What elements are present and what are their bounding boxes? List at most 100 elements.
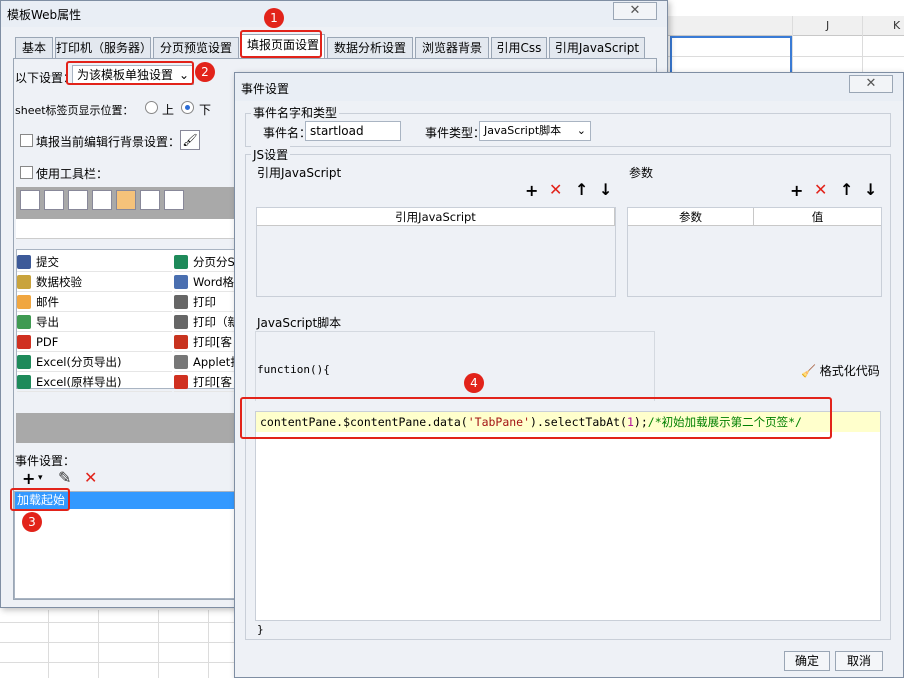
callout-box-3 [10, 488, 70, 511]
code-editor[interactable]: contentPane.$contentPane.data('TabPane')… [255, 411, 881, 621]
delete-icon[interactable]: ✕ [549, 180, 562, 199]
use-toolbar-label: 使用工具栏： [36, 167, 109, 181]
arrow-down-icon[interactable]: ↓ [599, 180, 612, 199]
chevron-down-icon[interactable]: ▾ [38, 473, 43, 483]
arrow-down-icon[interactable]: ↓ [864, 180, 877, 199]
excel-icon [17, 355, 31, 369]
print-icon [174, 375, 188, 389]
page-icon [174, 255, 188, 269]
window-icon[interactable] [164, 190, 184, 210]
mail-icon[interactable] [116, 190, 136, 210]
mail-icon [17, 295, 31, 309]
dialog-titlebar: 模板Web属性 ✕ [1, 1, 667, 27]
callout-box-1 [240, 30, 322, 58]
tab-basic[interactable]: 基本 [15, 37, 53, 59]
ref-js-label: 引用JavaScript [257, 166, 342, 180]
params-table: 参数 值 [627, 207, 882, 297]
format-code-button[interactable]: 🧹 格式化代码 [801, 362, 880, 379]
format-code-label: 格式化代码 [819, 364, 880, 378]
script-label: JavaScript脚本 [257, 316, 342, 330]
close-button[interactable]: ✕ [849, 75, 893, 93]
list-item[interactable]: 邮件 [17, 292, 172, 312]
radio-bottom-label: 下 [199, 103, 212, 117]
tab-ref-css[interactable]: 引用Css [491, 37, 547, 59]
chevron-down-icon: ⌄ [576, 124, 586, 137]
list-item[interactable]: Excel(原样导出) [17, 372, 172, 392]
function-open: function(){ [257, 363, 330, 376]
save-icon[interactable] [20, 190, 40, 210]
arrow-up-icon[interactable]: ↑ [840, 180, 853, 199]
use-toolbar-checkbox[interactable] [20, 166, 33, 179]
column-header-k[interactable]: K [893, 19, 900, 32]
callout-badge-3: 3 [22, 512, 42, 532]
ref-js-column-header: 引用JavaScript [257, 208, 615, 226]
verify-icon [17, 275, 31, 289]
tab-ref-javascript[interactable]: 引用JavaScript [549, 37, 645, 59]
ref-js-table: 引用JavaScript [256, 207, 616, 297]
event-name-label: 事件名： [263, 126, 312, 140]
arrow-up-icon[interactable]: ↑ [575, 180, 588, 199]
params-label: 参数 [629, 166, 654, 180]
ok-button[interactable]: 确定 [784, 651, 830, 671]
event-name-input[interactable]: startload [305, 121, 401, 141]
event-type-value: JavaScript脚本 [484, 124, 562, 137]
radio-top[interactable] [145, 101, 158, 114]
export-icon [17, 315, 31, 329]
close-button[interactable]: ✕ [613, 2, 657, 20]
print-icon [174, 315, 188, 329]
event-settings-label: 事件设置： [15, 454, 76, 468]
callout-box-4 [240, 397, 832, 439]
excel-icon [17, 375, 31, 389]
dialog-title: 模板Web属性 [7, 8, 82, 22]
add-icon[interactable]: + [22, 469, 35, 488]
add-icon[interactable]: + [790, 181, 803, 200]
event-type-select[interactable]: JavaScript脚本 ⌄ [479, 121, 591, 141]
column-header-j[interactable]: J [826, 19, 829, 32]
tree-icon[interactable] [140, 190, 160, 210]
name-type-group-label: 事件名字和类型 [251, 104, 340, 121]
delete-icon[interactable]: ✕ [84, 468, 97, 487]
submit-icon [17, 255, 31, 269]
event-type-label: 事件类型： [425, 126, 486, 140]
list-item[interactable]: PDF [17, 332, 172, 352]
event-dialog-title: 事件设置 [241, 82, 290, 96]
verify-icon[interactable] [44, 190, 64, 210]
list-item[interactable]: 导出 [17, 312, 172, 332]
word-icon [174, 275, 188, 289]
column-header-bar: J K [668, 16, 904, 36]
event-settings-dialog: 事件设置 ✕ 事件名字和类型 事件名： startload 事件类型： Java… [234, 72, 904, 678]
js-settings-label: JS设置 [251, 146, 291, 163]
tab-page-preview[interactable]: 分页预览设置 [153, 37, 239, 59]
delete-icon[interactable]: ✕ [814, 180, 827, 199]
radio-top-label: 上 [162, 103, 175, 117]
list-item[interactable]: 数据校验 [17, 272, 172, 292]
print-icon [174, 295, 188, 309]
fill-background-checkbox[interactable] [20, 134, 33, 147]
event-dialog-titlebar: 事件设置 ✕ [235, 73, 903, 101]
callout-box-2 [66, 61, 194, 85]
print-icon [174, 335, 188, 349]
print-icon[interactable] [68, 190, 88, 210]
value-column-header: 值 [811, 210, 824, 224]
cancel-button[interactable]: 取消 [835, 651, 883, 671]
fill-background-label: 填报当前编辑行背景设置： [36, 135, 181, 149]
tab-printer-server[interactable]: 打印机（服务器） [55, 37, 152, 59]
radio-bottom[interactable] [181, 101, 194, 114]
export-icon[interactable] [92, 190, 112, 210]
callout-badge-4: 4 [464, 373, 484, 393]
edit-icon[interactable]: ✎ [58, 468, 71, 487]
callout-badge-1: 1 [264, 8, 284, 28]
add-icon[interactable]: + [525, 181, 538, 200]
pdf-icon [17, 335, 31, 349]
list-item[interactable]: 提交 [17, 252, 172, 272]
tab-data-analysis[interactable]: 数据分析设置 [327, 37, 413, 59]
function-close: } [257, 623, 264, 636]
applet-icon [174, 355, 188, 369]
callout-badge-2: 2 [195, 62, 215, 82]
sheet-tab-position-label: sheet标签页显示位置： [15, 104, 134, 117]
param-column-header: 参数 [628, 208, 754, 226]
tab-browser-background[interactable]: 浏览器背景 [415, 37, 489, 59]
paint-bucket-icon[interactable]: 🖌 [180, 130, 200, 150]
list-item[interactable]: Excel(分页导出) [17, 352, 172, 372]
broom-icon: 🧹 [801, 364, 816, 378]
